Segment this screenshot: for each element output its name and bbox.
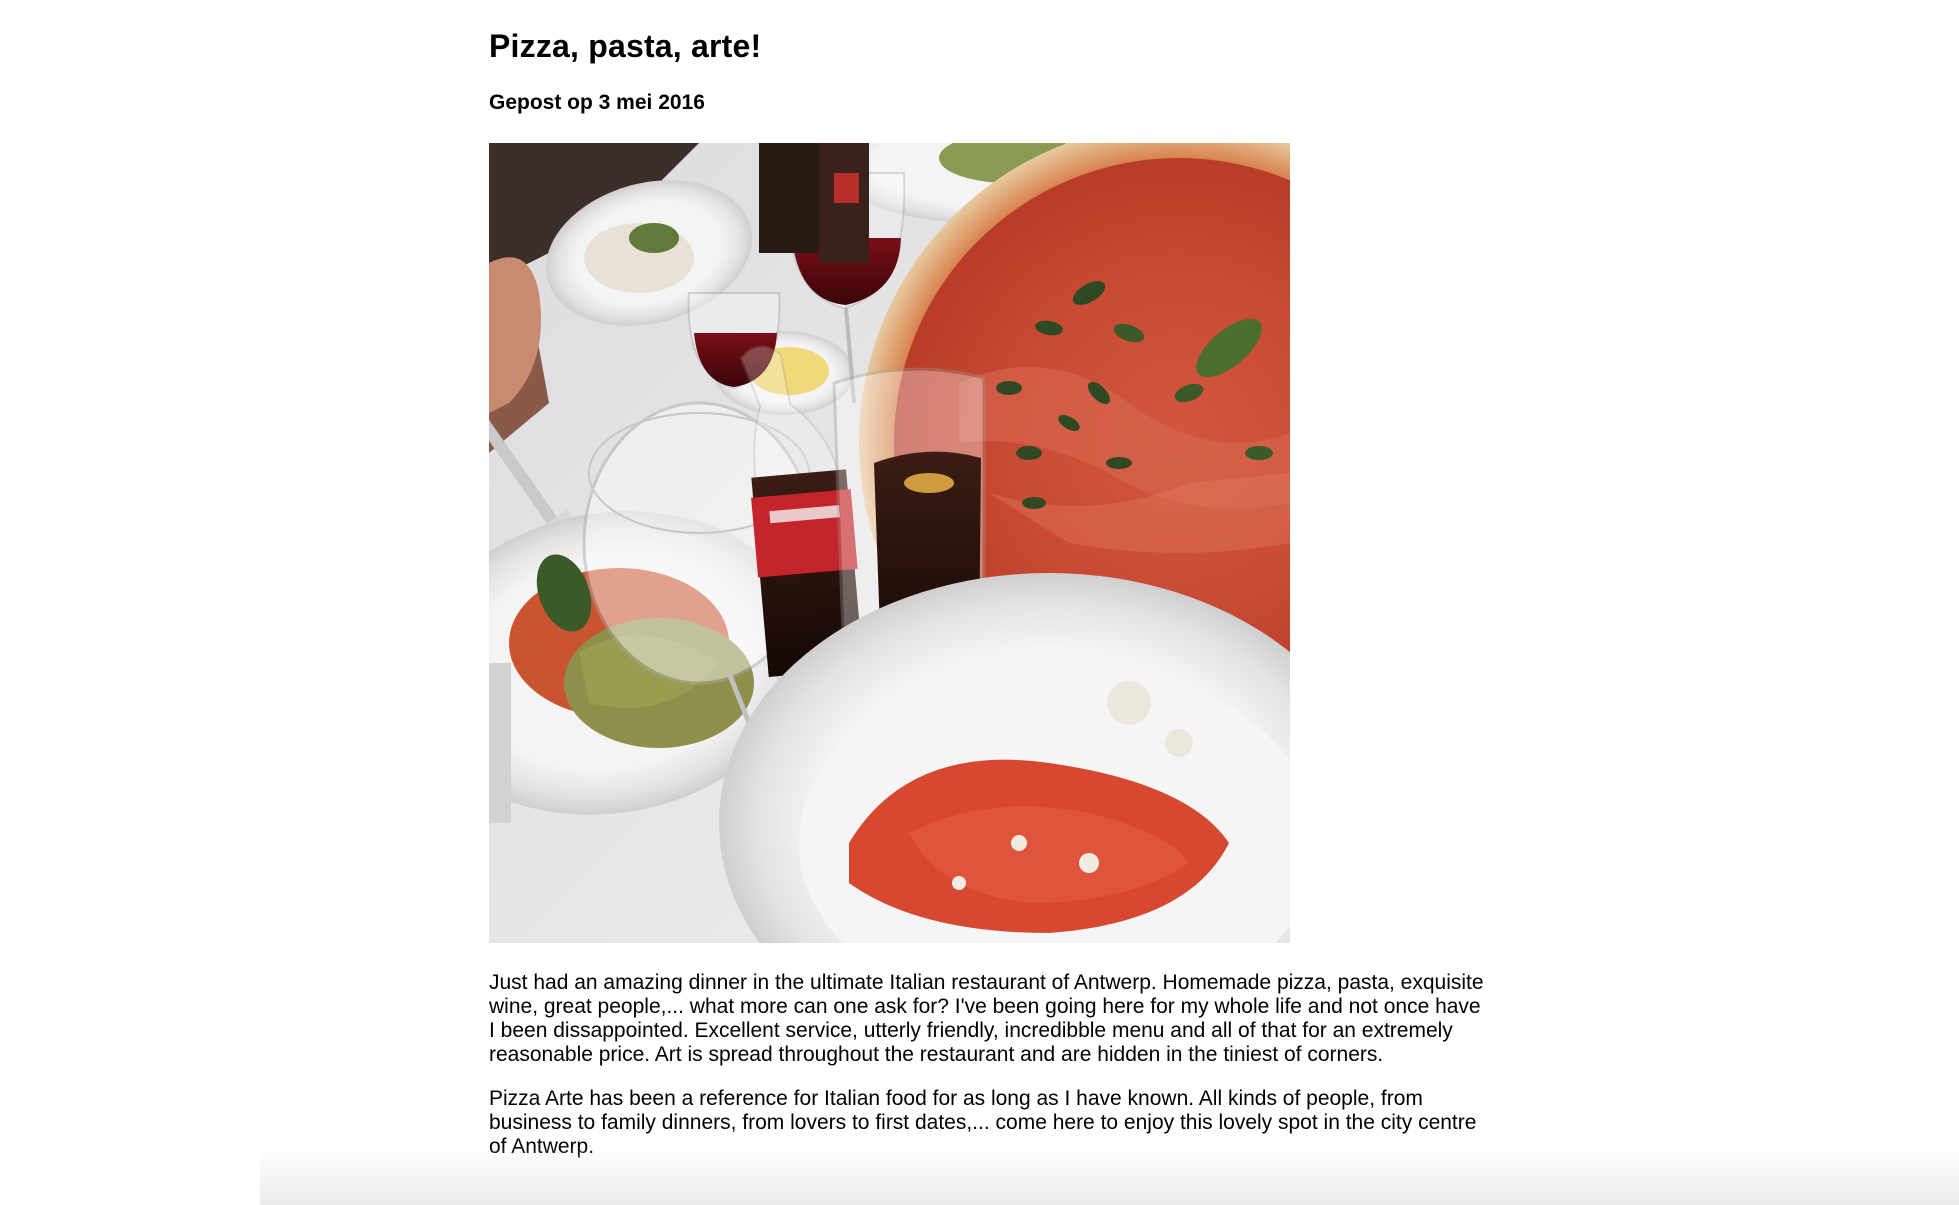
food-photo-illustration <box>489 143 1290 943</box>
post-paragraph: Pizza Arte has been a reference for Ital… <box>489 1087 1477 1158</box>
post-title: Pizza, pasta, arte! <box>489 28 762 64</box>
blog-post: Pizza, pasta, arte! Gepost op 3 mei 2016 <box>489 0 1489 1159</box>
post-date: Gepost op 3 mei 2016 <box>489 91 705 114</box>
food-photo <box>489 143 1290 943</box>
post-paragraph: Just had an amazing dinner in the ultima… <box>489 971 1484 1066</box>
